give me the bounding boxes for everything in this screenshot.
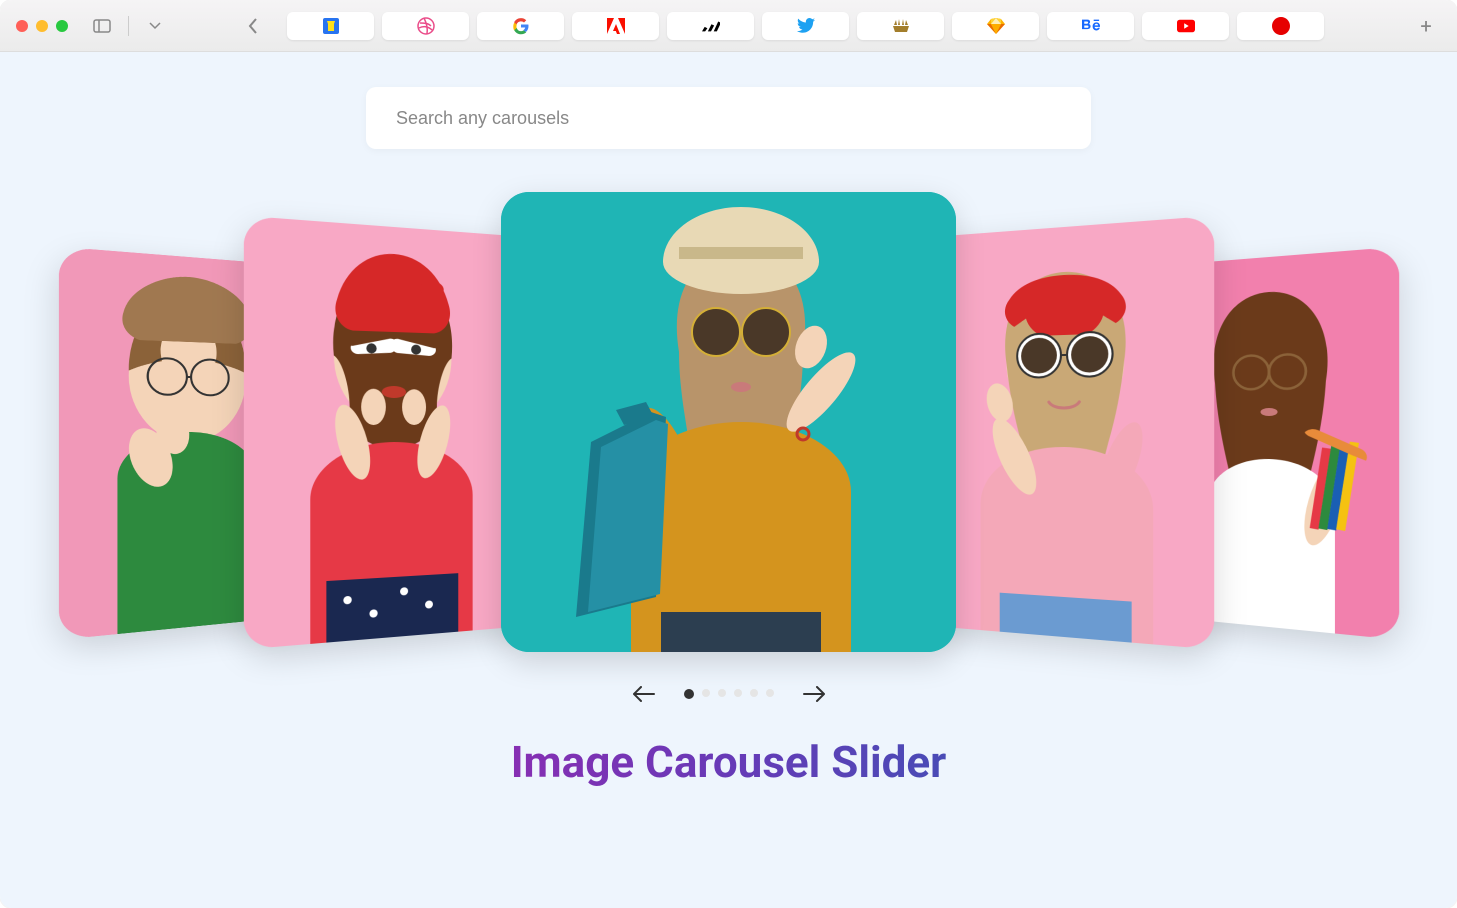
minimize-window-button[interactable]: [36, 20, 48, 32]
tab-twitter[interactable]: [762, 12, 849, 40]
dot-5[interactable]: [750, 689, 758, 697]
adidas-icon: [702, 17, 720, 35]
tab-dribbble[interactable]: [382, 12, 469, 40]
dot-1[interactable]: [684, 689, 694, 699]
search-input[interactable]: [396, 108, 1061, 129]
sidebar-icon: [93, 19, 111, 33]
close-window-button[interactable]: [16, 20, 28, 32]
dribbble-icon: [417, 17, 435, 35]
search-bar: [366, 87, 1091, 149]
maximize-window-button[interactable]: [56, 20, 68, 32]
google-icon: [512, 17, 530, 35]
next-button[interactable]: [802, 682, 826, 706]
tab-youtube[interactable]: [1142, 12, 1229, 40]
youtube-icon: [1177, 17, 1195, 35]
vodafone-icon: [1272, 17, 1290, 35]
tab-sketch[interactable]: [952, 12, 1039, 40]
dot-3[interactable]: [718, 689, 726, 697]
flipkart-icon: [322, 17, 340, 35]
tab-flipkart[interactable]: [287, 12, 374, 40]
title-bar: +: [0, 0, 1457, 52]
tab-rolex[interactable]: [857, 12, 944, 40]
tab-behance[interactable]: [1047, 12, 1134, 40]
person-image: [501, 192, 956, 652]
chevron-down-icon: [149, 22, 161, 30]
adobe-icon: [607, 17, 625, 35]
twitter-icon: [797, 17, 815, 35]
carousel-controls: [0, 682, 1457, 706]
rolex-icon: [892, 17, 910, 35]
carousel-card-right[interactable]: [929, 216, 1214, 650]
sidebar-toggle-button[interactable]: [88, 12, 116, 40]
dot-4[interactable]: [734, 689, 742, 697]
chevron-left-icon: [248, 18, 258, 34]
dot-6[interactable]: [766, 689, 774, 697]
pagination-dots: [684, 689, 774, 699]
plus-icon: +: [1420, 14, 1431, 38]
page-title: Image Carousel Slider: [0, 736, 1457, 788]
carousel-card-center[interactable]: [501, 192, 956, 652]
person-image: [929, 216, 1214, 650]
tabs-container: [287, 12, 1401, 40]
carousel-card-left[interactable]: [243, 216, 528, 650]
behance-icon: [1082, 17, 1100, 35]
carousel: [0, 187, 1457, 657]
add-tab-button[interactable]: +: [1411, 12, 1441, 40]
traffic-lights: [16, 20, 68, 32]
tab-adobe[interactable]: [572, 12, 659, 40]
arrow-right-icon: [803, 686, 825, 702]
person-image: [243, 216, 528, 650]
dropdown-button[interactable]: [141, 12, 169, 40]
prev-button[interactable]: [632, 682, 656, 706]
dot-2[interactable]: [702, 689, 710, 697]
back-button[interactable]: [239, 12, 267, 40]
tab-vodafone[interactable]: [1237, 12, 1324, 40]
tab-adidas[interactable]: [667, 12, 754, 40]
divider: [128, 16, 129, 36]
sketch-icon: [987, 17, 1005, 35]
arrow-left-icon: [633, 686, 655, 702]
tab-google[interactable]: [477, 12, 564, 40]
page-content: Image Carousel Slider: [0, 52, 1457, 908]
browser-window: +: [0, 0, 1457, 908]
